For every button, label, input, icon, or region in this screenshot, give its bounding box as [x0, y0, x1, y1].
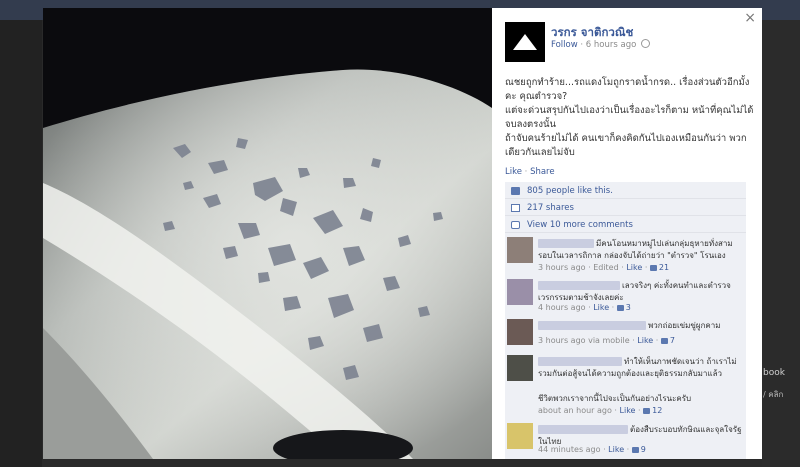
- comment-item: พวกถ่อยเข่มขู่ผูกคาม 3 hours ago via mob…: [505, 315, 746, 352]
- comment-time[interactable]: 4 hours ago: [538, 303, 586, 312]
- page-logo-icon: [513, 34, 537, 50]
- background-side-text-2: / คลิก: [763, 390, 784, 399]
- comment-like-link[interactable]: Like: [637, 336, 653, 345]
- comment-item: ทำให้เห็นภาพชัดเจนว่า ถ้าเราไม่รวมกันต่อ…: [505, 351, 746, 420]
- comment-text: มีคนโอนหมาหมู่ไปเล่นกลุ่มธุหายทั่งสามรอบ…: [538, 239, 733, 260]
- post-line: แต่จะด่วนสรุปกันไปเองว่าเป็นเรื่องอะไรก็…: [505, 105, 754, 130]
- meta-dot: ·: [580, 40, 584, 50]
- comment-like-count[interactable]: 21: [659, 263, 669, 272]
- comment-meta: 3 hours ago · Edited · Like · 21: [538, 263, 670, 272]
- post-line: ณชยถูกทำร้าย...รถแดงโมถูกราดน้ำกรด.. เรื…: [505, 77, 750, 102]
- comment-like-count[interactable]: 7: [670, 336, 675, 345]
- comment-text-continued: ชีวิตพวกเราจากนี้ไปจะเป็นกันอย่างไรนะครั…: [538, 394, 692, 403]
- post-side-panel: × วรกร จาติกวณิช Follow · 6 hours ago ณช…: [492, 8, 762, 459]
- commenter-avatar[interactable]: [507, 319, 533, 345]
- comment-like-link[interactable]: Like: [626, 263, 642, 272]
- likes-summary[interactable]: 805 people like this.: [505, 182, 746, 199]
- comment-text: พวกถ่อยเข่มขู่ผูกคาม: [648, 321, 721, 330]
- page-avatar[interactable]: [505, 22, 545, 62]
- comment-like-count[interactable]: 3: [626, 303, 631, 312]
- comment-like-link[interactable]: Like: [620, 406, 636, 415]
- share-link[interactable]: Share: [530, 167, 555, 177]
- background-side-text: book: [763, 368, 785, 378]
- background-left-strip: [0, 20, 42, 467]
- post-meta: Follow · 6 hours ago: [551, 39, 650, 50]
- commenter-avatar[interactable]: [507, 423, 533, 449]
- close-icon[interactable]: ×: [744, 10, 756, 26]
- thumbs-up-icon: [511, 187, 520, 195]
- globe-icon: [641, 39, 650, 48]
- comment-edited: Edited: [593, 263, 619, 272]
- post-time[interactable]: 6 hours ago: [586, 40, 637, 50]
- comment-time[interactable]: 3 hours ago: [538, 263, 586, 272]
- view-more-comments[interactable]: View 10 more comments: [505, 216, 746, 233]
- comment-meta: 3 hours ago via mobile · Like · 7: [538, 336, 675, 345]
- post-photo[interactable]: [43, 8, 492, 459]
- thumbs-up-icon: [631, 447, 639, 453]
- comment-like-link[interactable]: Like: [593, 303, 609, 312]
- shares-text[interactable]: 217 shares: [527, 203, 574, 213]
- comment-meta: 44 minutes ago · Like · 9: [538, 445, 646, 454]
- commenter-avatar[interactable]: [507, 279, 533, 305]
- comment-text: เลวจริงๆ ค่ะทั้งคนทำและตำรวจ เวรกรรมตามช…: [538, 281, 731, 302]
- post-text: ณชยถูกทำร้าย...รถแดงโมถูกราดน้ำกรด.. เรื…: [505, 76, 755, 160]
- thumbs-up-icon: [649, 265, 657, 271]
- action-dot: ·: [524, 167, 528, 177]
- comment-icon: [511, 221, 520, 229]
- comment-text: ทำให้เห็นภาพชัดเจนว่า ถ้าเราไม่รวมกันต่อ…: [538, 357, 737, 378]
- shares-summary[interactable]: 217 shares: [505, 199, 746, 216]
- comment-item: เลวจริงๆ ค่ะทั้งคนทำและตำรวจ เวรกรรมตามช…: [505, 275, 746, 316]
- comment-time[interactable]: 3 hours ago via mobile: [538, 336, 630, 345]
- comment-meta: 4 hours ago · Like · 3: [538, 303, 631, 312]
- comment-like-link[interactable]: Like: [608, 445, 624, 454]
- post-actions: Like · Share: [505, 167, 555, 177]
- car-hood-image: [43, 8, 492, 459]
- like-link[interactable]: Like: [505, 167, 522, 177]
- comment-time[interactable]: 44 minutes ago: [538, 445, 601, 454]
- comment-like-count[interactable]: 9: [641, 445, 646, 454]
- commenter-avatar[interactable]: [507, 355, 533, 381]
- likes-text[interactable]: 805 people like this.: [527, 186, 613, 196]
- view-more-text[interactable]: View 10 more comments: [527, 220, 633, 230]
- commenter-avatar[interactable]: [507, 237, 533, 263]
- comment-time[interactable]: about an hour ago: [538, 406, 612, 415]
- post-line: ถ้าจับคนร้ายไม่ได้ คนเขาก็คงคิดกันไปเองเ…: [505, 133, 747, 158]
- follow-link[interactable]: Follow: [551, 40, 578, 50]
- comment-like-count[interactable]: 12: [652, 406, 662, 415]
- comment-item: ต้องสืบระบอบทักษิณและจุลใจรัฐในไทย 44 mi…: [505, 419, 746, 459]
- share-icon: [511, 204, 520, 212]
- thumbs-up-icon: [660, 338, 668, 344]
- thumbs-up-icon: [616, 305, 624, 311]
- comment-item: มีคนโอนหมาหมู่ไปเล่นกลุ่มธุหายทั่งสามรอบ…: [505, 233, 746, 276]
- thumbs-up-icon: [643, 408, 651, 414]
- comment-meta: about an hour ago · Like · 12: [538, 406, 663, 415]
